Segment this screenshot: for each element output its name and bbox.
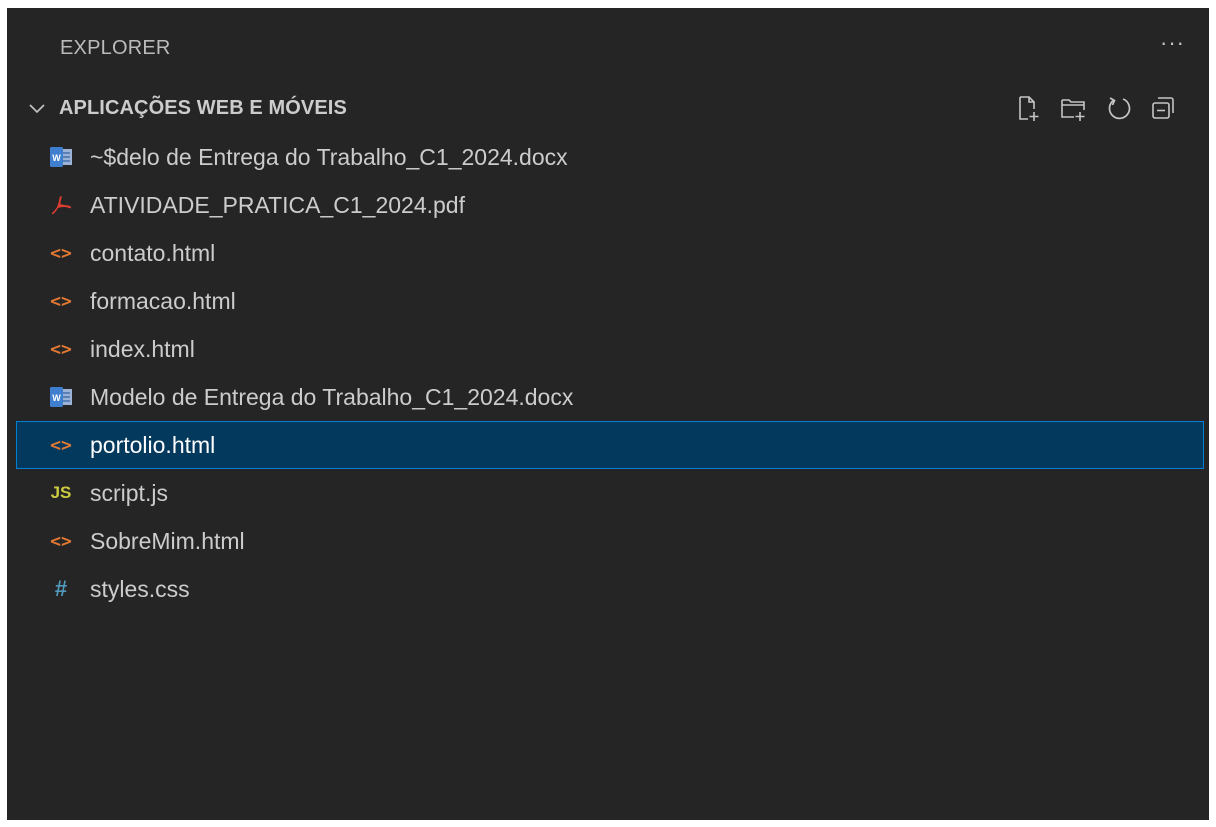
html-icon: <>	[50, 530, 72, 552]
collapse-all-icon[interactable]	[1147, 92, 1179, 124]
pdf-icon	[47, 191, 75, 219]
file-name: script.js	[90, 479, 168, 506]
file-name: Modelo de Entrega do Trabalho_C1_2024.do…	[90, 383, 574, 410]
folder-section-header[interactable]: APLICAÇÕES WEB E MÓVEIS	[7, 88, 1209, 128]
explorer-title: EXPLORER	[60, 37, 171, 59]
refresh-icon[interactable]	[1103, 92, 1135, 124]
file-name: styles.css	[90, 575, 190, 602]
folder-title: APLICAÇÕES WEB E MÓVEIS	[59, 97, 347, 119]
word-icon: W	[47, 143, 75, 171]
file-name: formacao.html	[90, 287, 236, 314]
file-item[interactable]: # styles.css	[7, 565, 1209, 613]
file-item-selected[interactable]: <> portolio.html	[16, 421, 1204, 469]
file-item[interactable]: JS script.js	[7, 469, 1209, 517]
file-name: portolio.html	[90, 431, 216, 458]
more-actions-button[interactable]: ···	[1160, 30, 1185, 56]
css-icon: #	[54, 576, 68, 601]
file-name: index.html	[90, 335, 195, 362]
file-item[interactable]: ATIVIDADE_PRATICA_C1_2024.pdf	[7, 181, 1209, 229]
html-icon: <>	[50, 338, 72, 360]
chevron-down-icon[interactable]	[27, 98, 47, 118]
file-name: ATIVIDADE_PRATICA_C1_2024.pdf	[90, 191, 465, 218]
file-item[interactable]: <> SobreMim.html	[7, 517, 1209, 565]
file-item[interactable]: W Modelo de Entrega do Trabalho_C1_2024.…	[7, 373, 1209, 421]
file-item[interactable]: <> formacao.html	[7, 277, 1209, 325]
explorer-panel: EXPLORER ··· APLICAÇÕES WEB E MÓVEIS W ~…	[7, 8, 1209, 820]
file-item[interactable]: <> contato.html	[7, 229, 1209, 277]
word-icon: W	[47, 383, 75, 411]
new-file-icon[interactable]	[1011, 92, 1043, 124]
html-icon: <>	[50, 290, 72, 312]
file-item[interactable]: <> index.html	[7, 325, 1209, 373]
file-item[interactable]: W ~$delo de Entrega do Trabalho_C1_2024.…	[7, 133, 1209, 181]
explorer-header: EXPLORER ···	[7, 8, 1209, 86]
file-name: contato.html	[90, 239, 216, 266]
js-icon: JS	[50, 483, 72, 502]
html-icon: <>	[50, 242, 72, 264]
new-folder-icon[interactable]	[1057, 92, 1089, 124]
html-icon: <>	[50, 434, 72, 456]
svg-text:W: W	[52, 153, 61, 163]
file-name: ~$delo de Entrega do Trabalho_C1_2024.do…	[90, 143, 568, 170]
file-tree: W ~$delo de Entrega do Trabalho_C1_2024.…	[7, 133, 1209, 613]
svg-text:W: W	[52, 393, 61, 403]
file-name: SobreMim.html	[90, 527, 245, 554]
